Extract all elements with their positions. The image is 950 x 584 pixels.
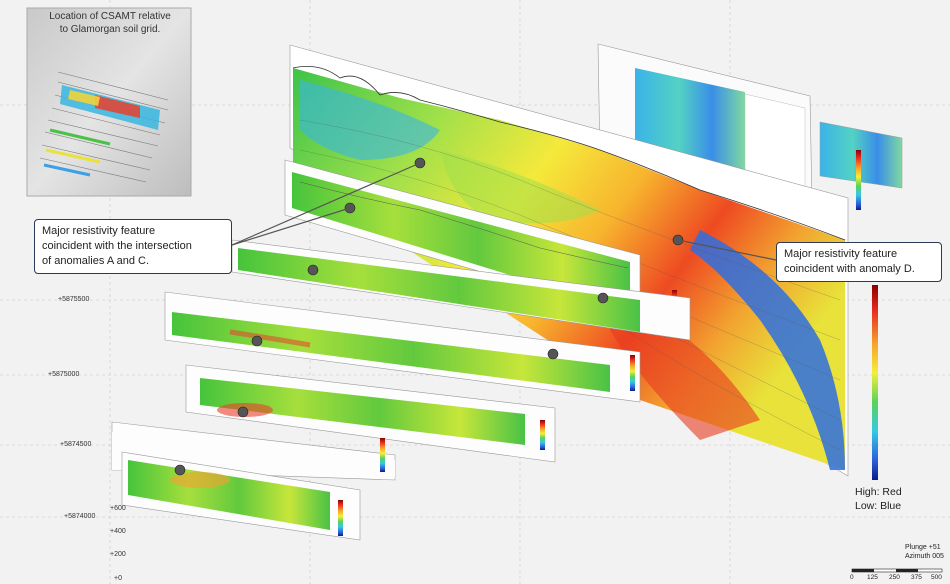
elevation-label: +0 bbox=[114, 575, 122, 582]
legend-low-label: Low: Blue bbox=[855, 500, 902, 512]
inset-title: Location of CSAMT relative to Glamorgan … bbox=[30, 10, 190, 36]
inset-title-line1: Location of CSAMT relative bbox=[49, 11, 171, 22]
scale-tick-label: 500 bbox=[931, 574, 942, 581]
view-orientation: Plunge +51 Azimuth 005 bbox=[905, 543, 944, 561]
azimuth-label: Azimuth 005 bbox=[905, 553, 944, 560]
northing-label: +5874500 bbox=[60, 441, 92, 448]
northing-label: +5874000 bbox=[64, 513, 96, 520]
callout-line: Major resistivity feature bbox=[42, 225, 156, 237]
callout-line: of anomalies A and C. bbox=[42, 255, 150, 267]
scale-tick-label: 125 bbox=[867, 574, 878, 581]
callout-line: coincident with the intersection bbox=[42, 240, 192, 252]
callout-line: coincident with anomaly D. bbox=[784, 263, 915, 275]
inset-title-line2: to Glamorgan soil grid. bbox=[59, 24, 161, 35]
northing-label: +5875000 bbox=[48, 371, 80, 378]
plunge-label: Plunge +51 bbox=[905, 544, 941, 551]
color-scale-bar bbox=[872, 285, 878, 480]
callout-line: Major resistivity feature bbox=[784, 248, 898, 260]
northing-label: +5875500 bbox=[58, 296, 90, 303]
csamt-3d-view bbox=[0, 0, 950, 584]
elevation-label: +600 bbox=[110, 505, 126, 512]
scale-tick-label: 375 bbox=[911, 574, 922, 581]
legend-high-label: High: Red bbox=[855, 486, 902, 498]
elevation-label: +400 bbox=[110, 528, 126, 535]
scale-tick-label: 250 bbox=[889, 574, 900, 581]
inset-location-map bbox=[26, 7, 192, 197]
callout-anomaly-d: Major resistivity feature coincident wit… bbox=[776, 242, 942, 282]
callout-intersection-a-c: Major resistivity feature coincident wit… bbox=[34, 219, 232, 274]
scale-bar bbox=[851, 568, 943, 573]
resistivity-legend-note: High: Red Low: Blue bbox=[855, 485, 902, 513]
elevation-label: +200 bbox=[110, 551, 126, 558]
scale-tick-label: 0 bbox=[850, 574, 854, 581]
